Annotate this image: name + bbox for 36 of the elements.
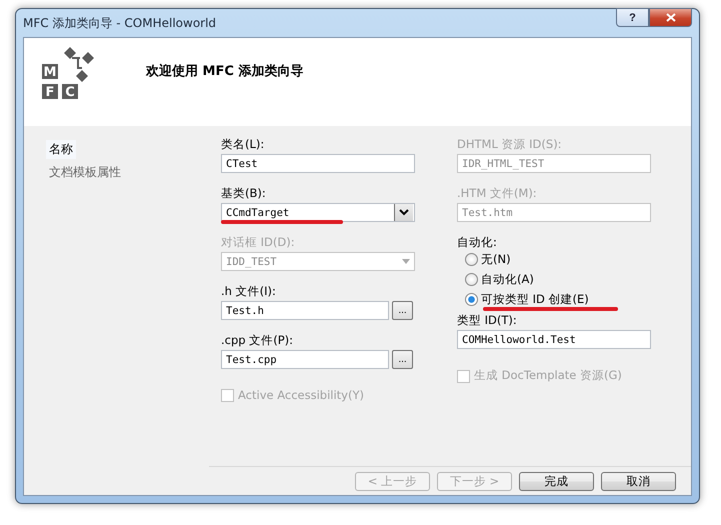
help-button[interactable]: ? xyxy=(616,8,649,27)
close-button[interactable] xyxy=(649,8,692,27)
field-label: 类名(L): xyxy=(221,137,266,152)
radio-label: 自动化(A) xyxy=(481,272,534,287)
text-field[interactable]: Test.cpp xyxy=(221,350,389,369)
field-label: DHTML 资源 ID(S): xyxy=(457,137,563,152)
field-label: .HTM 文件(M): xyxy=(457,186,538,201)
sidebar-item[interactable]: 文档模板属性 xyxy=(46,163,124,182)
radio-label: 无(N) xyxy=(481,252,511,267)
wizard-button[interactable]: 取消 xyxy=(601,472,676,490)
wizard-button[interactable]: 完成 xyxy=(519,472,594,490)
wizard-heading: 欢迎使用 MFC 添加类向导 xyxy=(146,62,304,81)
radio-label: 可按类型 ID 创建(E) xyxy=(481,292,589,307)
field-label: .cpp 文件(P): xyxy=(221,333,294,348)
field-label: 类型 ID(T): xyxy=(457,313,518,328)
browse-button[interactable]: ... xyxy=(392,350,413,369)
dropdown[interactable]: CCmdTarget xyxy=(221,203,415,222)
browse-button[interactable]: ... xyxy=(392,301,413,320)
dropdown-button[interactable] xyxy=(394,204,413,221)
sidebar-item[interactable]: 名称 xyxy=(46,140,76,159)
radio-button[interactable] xyxy=(465,293,478,306)
field-label: 基类(B): xyxy=(221,186,267,201)
text-field[interactable]: Test.h xyxy=(221,301,389,320)
text-field[interactable]: COMHelloworld.Test xyxy=(457,330,651,349)
radio-button[interactable] xyxy=(465,253,478,266)
window-title: MFC 添加类向导 - COMHelloworld xyxy=(23,14,216,32)
group-label: 自动化: xyxy=(457,235,498,250)
checkbox-label: Active Accessibility(Y) xyxy=(238,388,364,402)
close-icon xyxy=(666,13,676,22)
text-field[interactable]: CTest xyxy=(221,154,415,173)
radio-button[interactable] xyxy=(465,273,478,286)
field-label: .h 文件(I): xyxy=(221,284,277,299)
caret-icon xyxy=(402,259,410,264)
checkbox-label: 生成 DocTemplate 资源(G) xyxy=(474,368,622,383)
field-label: 对话框 ID(D): xyxy=(221,235,296,250)
chevron-icon xyxy=(399,209,409,216)
